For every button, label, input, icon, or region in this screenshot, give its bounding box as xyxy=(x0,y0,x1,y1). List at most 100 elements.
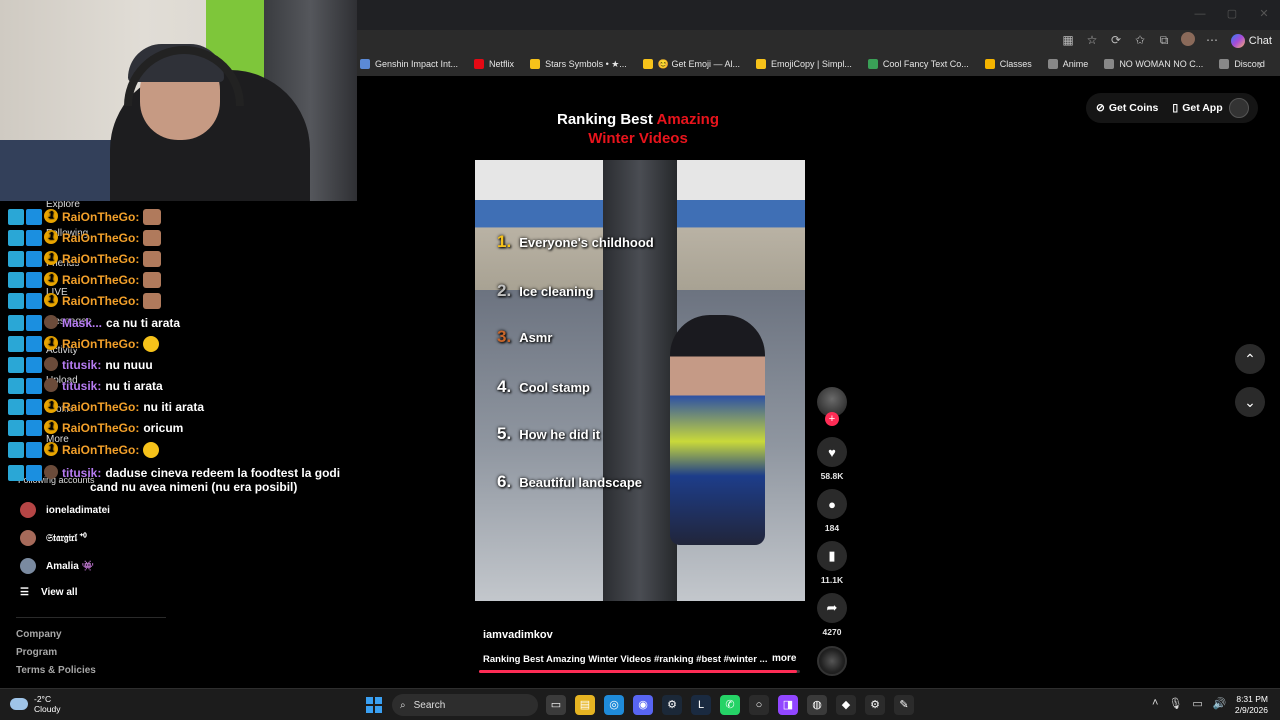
bookmark-item[interactable]: Classes xyxy=(984,59,1032,69)
lunar-client-icon[interactable]: L xyxy=(691,695,711,715)
rank-badge-icon: 1 xyxy=(44,293,58,307)
caption-more-button[interactable]: more xyxy=(772,653,796,664)
file-explorer-icon[interactable]: ▤ xyxy=(575,695,595,715)
previous-video-button[interactable]: ⌃ xyxy=(1235,344,1265,374)
chat-message: 1 RaiOnTheGo: oricum xyxy=(8,419,183,437)
weather-widget[interactable]: -2°C Cloudy xyxy=(10,694,60,714)
chat-username[interactable]: Mask... xyxy=(62,316,102,330)
chat-username[interactable]: RaiOnTheGo: xyxy=(62,273,139,287)
like-button[interactable]: ♥ 58.8K xyxy=(814,437,850,481)
chat-message: 1 RaiOnTheGo: xyxy=(8,250,162,268)
steam-icon[interactable]: ⚙ xyxy=(662,695,682,715)
chat-username[interactable]: RaiOnTheGo: xyxy=(62,400,139,414)
extensions-icon[interactable]: ⟳ xyxy=(1108,32,1124,48)
settings-gear-icon[interactable]: ⚙ xyxy=(865,695,885,715)
taskbar-clock[interactable]: 8:31 PM 2/9/2026 xyxy=(1232,694,1268,716)
bookmark-item[interactable]: 😊 Get Emoji — Al... xyxy=(642,59,740,70)
next-video-button[interactable]: ⌄ xyxy=(1235,387,1265,417)
music-disc-icon[interactable] xyxy=(817,646,847,676)
following-account[interactable]: Amalia 👾 xyxy=(20,558,94,574)
tray-chevron-icon[interactable]: ˄ xyxy=(1152,697,1158,710)
collections-icon[interactable]: ⧉ xyxy=(1156,32,1172,48)
whatsapp-icon[interactable]: ✆ xyxy=(720,695,740,715)
ranking-label: How he did it xyxy=(519,426,601,442)
favorites-icon[interactable]: ✩ xyxy=(1132,32,1148,48)
task-view-icon[interactable]: ▭ xyxy=(546,695,566,715)
microphone-icon[interactable]: 🎙 xyxy=(1168,697,1182,710)
taskbar-search[interactable]: ⌕ Search xyxy=(392,694,538,716)
close-button[interactable]: ✕ xyxy=(1248,0,1280,30)
chat-username[interactable]: titusik: xyxy=(62,379,101,393)
app-diamond-icon[interactable]: ◆ xyxy=(836,695,856,715)
pen-app-icon[interactable]: ✎ xyxy=(894,695,914,715)
ranking-item: 1. Everyone's childhood xyxy=(497,232,654,252)
chat-text: nu ti arata xyxy=(105,379,163,393)
chat-badges: 1 xyxy=(8,272,58,288)
profile-avatar-button[interactable] xyxy=(1229,98,1249,118)
bookmark-item[interactable]: Stars Symbols • ★... xyxy=(530,59,627,70)
share-button[interactable]: ➦ 4270 xyxy=(814,593,850,637)
minimize-button[interactable]: — xyxy=(1184,0,1216,30)
video-progress-bar[interactable] xyxy=(479,670,800,673)
bookmark-item[interactable]: Genshin Impact Int... xyxy=(360,59,458,69)
comment-button[interactable]: ● 184 xyxy=(814,489,850,533)
footer-link[interactable]: Terms & Policies xyxy=(16,665,96,676)
copilot-chat-button[interactable]: Chat xyxy=(1230,32,1272,50)
chat-username[interactable]: RaiOnTheGo: xyxy=(62,337,139,351)
chat-message: 1 RaiOnTheGo: xyxy=(8,441,160,459)
chat-username[interactable]: RaiOnTheGo: xyxy=(62,421,139,435)
share-icon[interactable]: ➦ xyxy=(817,593,847,623)
sub-badge-icon xyxy=(26,336,42,352)
footer-link[interactable]: Company xyxy=(16,629,62,640)
bookmark-icon[interactable]: ▮ xyxy=(817,541,847,571)
bookmark-item[interactable]: NO WOMAN NO C... xyxy=(1104,59,1203,69)
windows-start-icon[interactable] xyxy=(366,697,382,713)
get-app-button[interactable]: ▯ Get App xyxy=(1172,102,1222,114)
chat-username[interactable]: titusik: xyxy=(62,358,101,372)
title-part-red-2: Winter Videos xyxy=(588,130,688,147)
circle-app-icon[interactable]: ○ xyxy=(749,695,769,715)
display-icon[interactable]: ▭ xyxy=(1192,697,1202,710)
toolbar-icons: ▦ ☆ ⟳ ✩ ⧉ ⋯ xyxy=(1060,32,1220,48)
footer-link[interactable]: Program xyxy=(16,647,57,658)
avatar xyxy=(20,502,36,518)
bookmark-item[interactable]: EmojiCopy | Simpl... xyxy=(756,59,852,69)
view-all-link[interactable]: ☰ View all xyxy=(20,587,77,598)
following-account[interactable]: 𝔖𝔱𝔞𝔯𝔤𝔦𝔯𝔩 ⁺⁰ xyxy=(20,530,87,546)
maximize-button[interactable]: ▢ xyxy=(1216,0,1248,30)
chat-username[interactable]: RaiOnTheGo: xyxy=(62,210,139,224)
chat-username[interactable]: RaiOnTheGo: xyxy=(62,443,139,457)
discord-icon[interactable]: ◉ xyxy=(633,695,653,715)
split-screen-icon[interactable]: ▦ xyxy=(1060,32,1076,48)
more-menu-icon[interactable]: ⋯ xyxy=(1204,32,1220,48)
chevron-down-icon: ⌄ xyxy=(1244,393,1256,410)
get-coins-button[interactable]: ⊘ Get Coins xyxy=(1096,102,1158,114)
bookmark-item[interactable]: Netflix xyxy=(474,59,514,69)
chat-username[interactable]: RaiOnTheGo: xyxy=(62,231,139,245)
following-account[interactable]: ioneladimatei xyxy=(20,502,110,518)
title-part-white: Ranking Best xyxy=(557,111,653,128)
video-player[interactable]: 1. Everyone's childhood 2. Ice cleaning 3. As… xyxy=(475,160,805,601)
volume-icon[interactable]: 🔊 xyxy=(1213,697,1227,710)
profile-avatar[interactable] xyxy=(1180,32,1196,48)
twitch-icon[interactable]: ◨ xyxy=(778,695,798,715)
ranking-number: 5. xyxy=(497,424,512,443)
chat-username[interactable]: RaiOnTheGo: xyxy=(62,294,139,308)
chevron-right-icon[interactable]: › xyxy=(1258,58,1262,72)
bookmark-item[interactable]: Anime xyxy=(1047,59,1088,69)
ranking-label: Cool stamp xyxy=(519,379,590,395)
bookmark-item[interactable]: Cool Fancy Text Co... xyxy=(867,59,969,69)
phone-icon: ▯ xyxy=(1172,102,1179,114)
taskbar-search-label: Search xyxy=(413,699,446,711)
video-author[interactable]: iamvadimkov xyxy=(483,629,553,641)
favorite-star-icon[interactable]: ☆ xyxy=(1084,32,1100,48)
chat-username[interactable]: RaiOnTheGo: xyxy=(62,252,139,266)
sword-badge-icon xyxy=(8,209,24,225)
heart-icon[interactable]: ♥ xyxy=(817,437,847,467)
follow-plus-icon[interactable]: + xyxy=(825,412,839,426)
comment-icon[interactable]: ● xyxy=(817,489,847,519)
obs-icon[interactable]: ◍ xyxy=(807,695,827,715)
edge-icon[interactable]: ◎ xyxy=(604,695,624,715)
creator-avatar-button[interactable]: + xyxy=(814,387,850,426)
save-button[interactable]: ▮ 11.1K xyxy=(814,541,850,585)
